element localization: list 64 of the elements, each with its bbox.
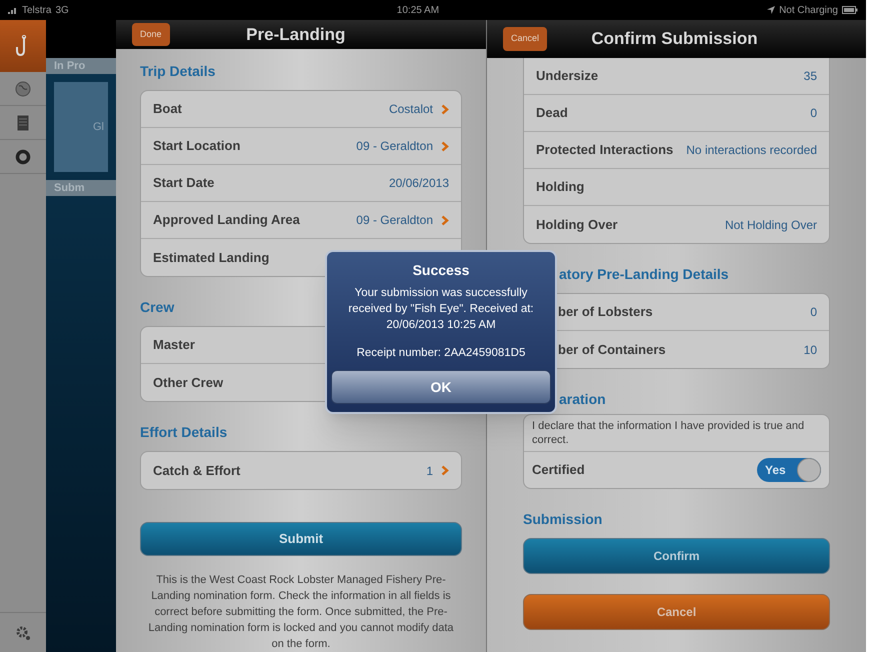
confirm-button[interactable]: Confirm xyxy=(523,538,830,574)
section-heading: Effort Details xyxy=(140,423,228,442)
row-label: Start Location xyxy=(153,137,240,156)
row-value: 0 xyxy=(810,304,817,321)
section-heading: aration xyxy=(558,390,606,409)
list-section-header: In Pro xyxy=(46,58,116,74)
row-label: Boat xyxy=(153,100,182,118)
switch-knob xyxy=(797,458,821,482)
charging-status: Not Charging xyxy=(779,4,838,18)
row-label: Dead xyxy=(536,104,568,122)
settings-icon[interactable] xyxy=(15,624,31,640)
ok-button[interactable]: OK xyxy=(331,370,551,404)
row-label: Protected Interactions xyxy=(536,141,674,160)
nav-button[interactable]: Cancel xyxy=(503,27,548,51)
row-value: 35 xyxy=(804,68,817,85)
row-value: 20/06/2013 xyxy=(388,175,449,192)
declaration-text: I declare that the information I have provided is true and correct. xyxy=(524,415,829,452)
cancel-button[interactable]: Cancel xyxy=(523,594,830,630)
status-time: 10:25 AM xyxy=(396,4,440,18)
globe-icon[interactable] xyxy=(15,80,31,96)
location-icon xyxy=(767,6,776,14)
row-label: Catch & Effort xyxy=(153,462,240,480)
carrier-name: Telstra xyxy=(22,4,52,18)
receipt-number: Receipt number: 2AA2459081D5 xyxy=(356,346,526,361)
row-value: Costalot xyxy=(388,101,433,118)
app-logo-tile[interactable] xyxy=(0,20,46,72)
row-value: 1 xyxy=(426,462,433,480)
switch-text: Yes xyxy=(765,462,787,479)
row-value: 09 - Geraldton xyxy=(356,212,433,229)
row-label: Estimated Landing xyxy=(153,248,270,267)
row-value: 0 xyxy=(810,105,817,122)
row-label: Master xyxy=(153,336,195,354)
submit-button[interactable]: Submit xyxy=(140,522,462,556)
alert-message: Your submission was successfully received by "Fish Eye". Received at: 20/06/2013 10:25 AM xyxy=(347,286,535,333)
row-value: No interactions recorded xyxy=(686,142,817,159)
document-icon[interactable] xyxy=(17,114,29,130)
row-label: Other Crew xyxy=(153,374,224,392)
row-label: ber of Containers xyxy=(557,340,666,359)
nav-button[interactable]: Done xyxy=(132,22,170,46)
section-heading: atory Pre-Landing Details xyxy=(558,265,729,284)
list-section-header: Subm xyxy=(46,180,116,196)
lifebuoy-icon[interactable] xyxy=(15,148,31,164)
row-value: 10 xyxy=(804,342,817,358)
battery-icon xyxy=(842,6,858,14)
row-label: Start Date xyxy=(153,174,214,192)
section-heading: Crew xyxy=(140,298,174,317)
row-label: Undersize xyxy=(536,67,598,86)
row-label: Approved Landing Area xyxy=(153,211,300,230)
row-value: Not Holding Over xyxy=(724,216,817,234)
row-label: Holding xyxy=(536,178,584,196)
list-tile[interactable]: Gl xyxy=(54,82,108,172)
row-label: Holding Over xyxy=(536,216,618,234)
row-label: Certified xyxy=(532,461,585,480)
signal-icon xyxy=(8,6,18,14)
section-heading: Trip Details xyxy=(140,62,216,81)
network-type: 3G xyxy=(55,4,69,18)
toggle-switch[interactable]: Yes xyxy=(757,458,821,482)
nav-title: Pre-Landing xyxy=(245,24,346,46)
section-heading: Submission xyxy=(523,510,602,529)
row-label: ber of Lobsters xyxy=(557,303,653,322)
alert-title: Success xyxy=(412,261,470,280)
nav-title: Confirm Submission xyxy=(590,28,759,50)
form-note: This is the West Coast Rock Lobster Managed Fishery Pre-Landing nomination form. Check the information in all fields is correct before submitting the form. Once submitted, the Pre-Landing nomination form is locked and you cannot modify data on the form. xyxy=(147,573,455,652)
row-value: 09 - Geraldton xyxy=(356,138,433,155)
